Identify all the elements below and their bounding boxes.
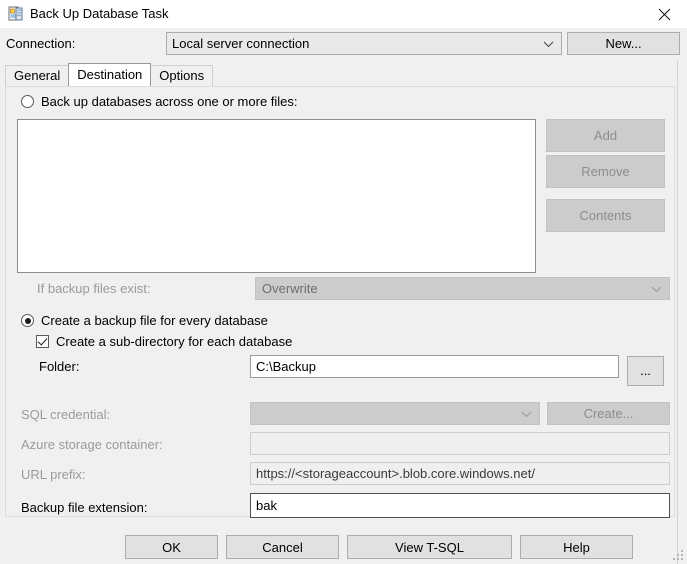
chevron-down-icon [543,37,554,51]
new-connection-button[interactable]: New... [567,32,680,55]
url-prefix-label: URL prefix: [21,467,86,482]
close-icon[interactable] [642,0,687,28]
ok-button[interactable]: OK [125,535,218,559]
folder-value: C:\Backup [256,359,316,374]
radio-every-database-indicator [21,314,34,327]
sql-credential-dropdown[interactable] [250,402,540,425]
folder-browse-button[interactable]: ... [627,356,664,386]
radio-across-files[interactable]: Back up databases across one or more fil… [21,94,298,109]
url-prefix-input[interactable]: https://<storageaccount>.blob.core.windo… [250,462,670,485]
cancel-button[interactable]: Cancel [226,535,339,559]
backup-file-extension-value: bak [256,498,277,513]
checkbox-sub-directory-indicator [36,335,49,348]
right-divider [677,60,678,564]
radio-across-files-indicator [21,95,34,108]
chevron-down-icon [651,282,662,296]
checkbox-sub-directory[interactable]: Create a sub-directory for each database [36,334,292,349]
checkbox-sub-directory-label: Create a sub-directory for each database [56,334,293,349]
folder-label: Folder: [39,359,80,374]
if-backup-files-exist-dropdown[interactable]: Overwrite [255,277,670,300]
database-task-icon [8,6,24,22]
url-prefix-value: https://<storageaccount>.blob.core.windo… [256,466,535,481]
azure-container-input[interactable] [250,432,670,455]
radio-every-database-label: Create a backup file for every database [41,313,268,328]
sql-credential-label: SQL credential: [21,407,111,422]
azure-container-label: Azure storage container: [21,437,163,452]
connection-label: Connection: [6,36,76,51]
backup-file-extension-label: Backup file extension: [21,500,148,515]
backup-files-listbox[interactable] [17,119,536,273]
if-backup-files-exist-value: Overwrite [262,281,318,296]
folder-input[interactable]: C:\Backup [250,355,619,378]
title-bar: Back Up Database Task [0,0,687,28]
tab-destination[interactable]: Destination [68,63,152,86]
tab-options[interactable]: Options [150,65,214,86]
connection-value: Local server connection [172,36,310,51]
resize-grip[interactable] [673,550,684,561]
radio-across-files-label: Back up databases across one or more fil… [41,94,298,109]
add-button[interactable]: Add [546,119,665,152]
backup-file-extension-input[interactable]: bak [250,493,670,518]
window-title: Back Up Database Task [30,6,169,21]
tab-general[interactable]: General [5,65,70,86]
radio-every-database[interactable]: Create a backup file for every database [21,313,268,328]
tab-strip: General Destination Options [5,63,214,86]
if-backup-files-exist-label: If backup files exist: [37,281,151,296]
create-credential-button[interactable]: Create... [547,402,670,425]
contents-button[interactable]: Contents [546,199,665,232]
view-tsql-button[interactable]: View T-SQL [347,535,512,559]
connection-dropdown[interactable]: Local server connection [166,32,562,55]
help-button[interactable]: Help [520,535,633,559]
remove-button[interactable]: Remove [546,155,665,188]
chevron-down-icon [521,407,532,421]
